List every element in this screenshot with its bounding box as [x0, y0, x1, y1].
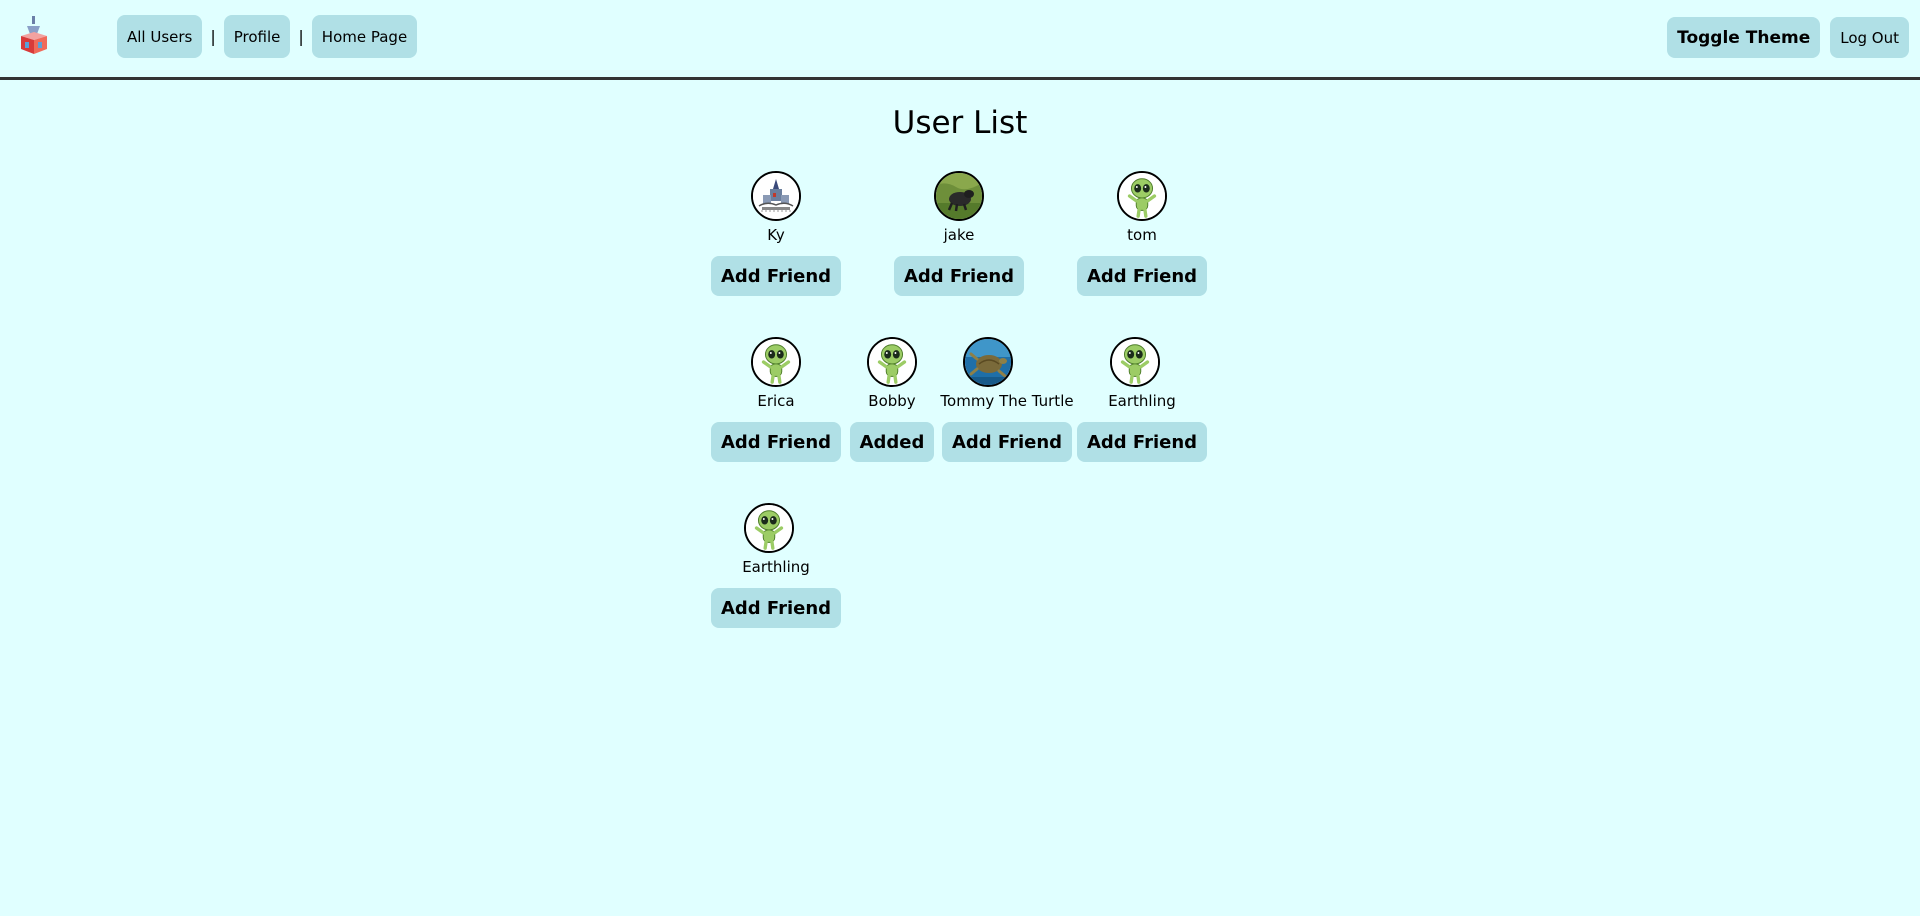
user-card: Earthling Add Friend — [1076, 337, 1208, 462]
user-card: Earthling Add Friend — [710, 503, 842, 628]
add-friend-button[interactable]: Add Friend — [941, 422, 1073, 462]
add-friend-button[interactable]: Add Friend — [710, 588, 842, 628]
alien-icon — [1119, 173, 1165, 219]
nav-profile-link[interactable]: Profile — [223, 15, 291, 58]
user-avatar — [751, 337, 801, 387]
user-avatar — [934, 171, 984, 221]
nav-separator: | — [298, 27, 304, 46]
castle-drawing-icon — [753, 173, 799, 219]
nav-separator: | — [210, 27, 216, 46]
alien-icon — [746, 505, 792, 551]
user-name: Ky — [767, 226, 785, 244]
user-name: Earthling — [742, 558, 810, 576]
user-avatar — [963, 337, 1013, 387]
user-card: Erica Add Friend — [710, 337, 842, 462]
user-card: Ky Add Friend — [710, 171, 842, 296]
add-friend-button[interactable]: Add Friend — [1076, 256, 1208, 296]
app-logo-icon[interactable] — [18, 14, 50, 56]
user-avatar — [1117, 171, 1167, 221]
user-avatar — [744, 503, 794, 553]
user-card: tom Add Friend — [1076, 171, 1208, 296]
user-name: Earthling — [1108, 392, 1176, 410]
alien-icon — [1112, 339, 1158, 385]
nav-all-users-link[interactable]: All Users — [117, 15, 203, 58]
main-nav: All Users | Profile | Home Page — [117, 15, 418, 58]
user-name: tom — [1127, 226, 1157, 244]
user-card: Bobby Added — [849, 337, 935, 462]
alien-icon — [869, 339, 915, 385]
nav-home-page-link[interactable]: Home Page — [311, 15, 418, 58]
user-name: Bobby — [868, 392, 916, 410]
add-friend-button[interactable]: Add Friend — [1076, 422, 1208, 462]
added-friend-button[interactable]: Added — [849, 422, 935, 462]
add-friend-button[interactable]: Add Friend — [710, 422, 842, 462]
add-friend-button[interactable]: Add Friend — [710, 256, 842, 296]
user-card: Tommy The Turtle Add Friend — [940, 337, 1074, 462]
user-avatar — [867, 337, 917, 387]
user-name: Tommy The Turtle — [940, 392, 1074, 410]
user-avatar — [751, 171, 801, 221]
add-friend-button[interactable]: Add Friend — [893, 256, 1025, 296]
toggle-theme-button[interactable]: Toggle Theme — [1667, 17, 1821, 58]
log-out-button[interactable]: Log Out — [1830, 17, 1909, 58]
user-avatar — [1110, 337, 1160, 387]
header-actions: Toggle Theme Log Out — [1667, 17, 1909, 58]
page-title: User List — [892, 105, 1028, 141]
top-nav-bar: All Users | Profile | Home Page Toggle T… — [0, 0, 1920, 80]
user-name: Erica — [757, 392, 795, 410]
user-card: jake Add Friend — [893, 171, 1025, 296]
dog-photo-icon — [936, 173, 982, 219]
user-name: jake — [943, 226, 975, 244]
alien-icon — [753, 339, 799, 385]
turtle-photo-icon — [965, 339, 1011, 385]
